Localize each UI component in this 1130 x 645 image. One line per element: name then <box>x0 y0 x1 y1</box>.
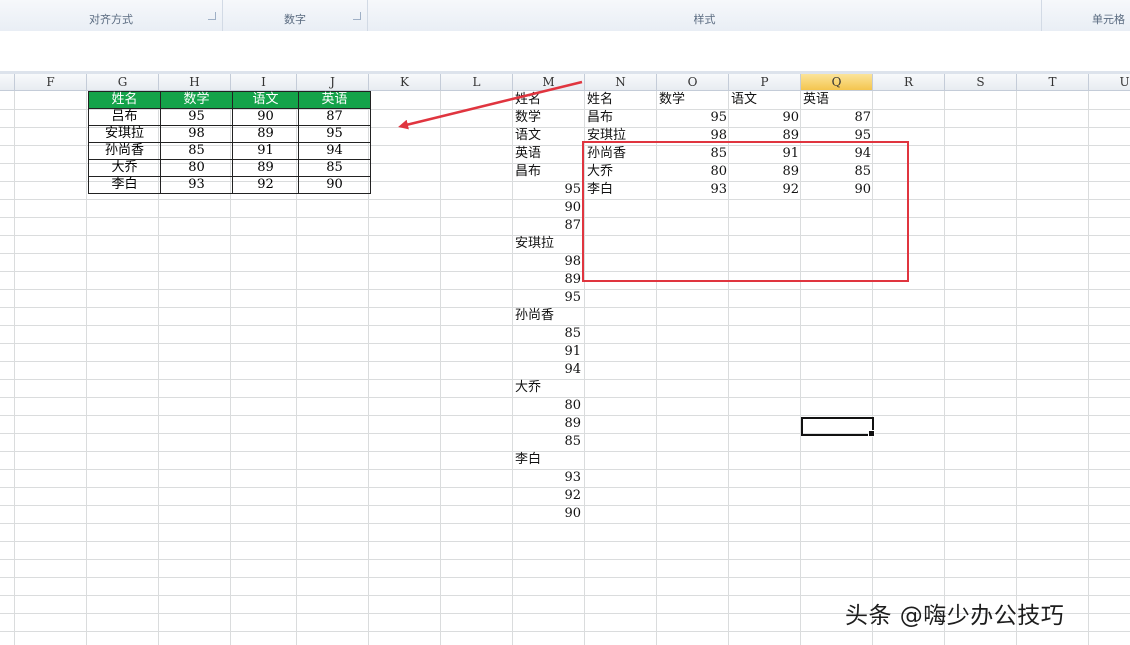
watermark: 头条 @嗨少办公技巧 <box>845 603 1065 629</box>
ribbon-group-label: 数字 <box>284 13 306 26</box>
ribbon-group-styles: 样式 <box>368 0 1042 31</box>
ribbon-group-label: 对齐方式 <box>89 13 133 26</box>
annotation-arrow-icon <box>398 80 583 130</box>
spreadsheet-grid[interactable]: FGHIJKLMNOPQRSTU 姓名 数学 语文 英语 吕布 95 90 87… <box>0 74 1130 645</box>
formula-bar-area[interactable] <box>0 31 1130 74</box>
ribbon-group-alignment: 对齐方式 <box>0 0 223 31</box>
ribbon: 对齐方式 数字 样式 单元格 <box>0 0 1130 32</box>
dialog-launcher-icon[interactable] <box>353 12 361 20</box>
ribbon-group-cells: 单元格 <box>1042 0 1130 31</box>
ribbon-group-number: 数字 <box>223 0 368 31</box>
dialog-launcher-icon[interactable] <box>208 12 216 20</box>
ribbon-group-label: 单元格 <box>1092 13 1125 26</box>
ribbon-group-label: 样式 <box>693 13 716 26</box>
